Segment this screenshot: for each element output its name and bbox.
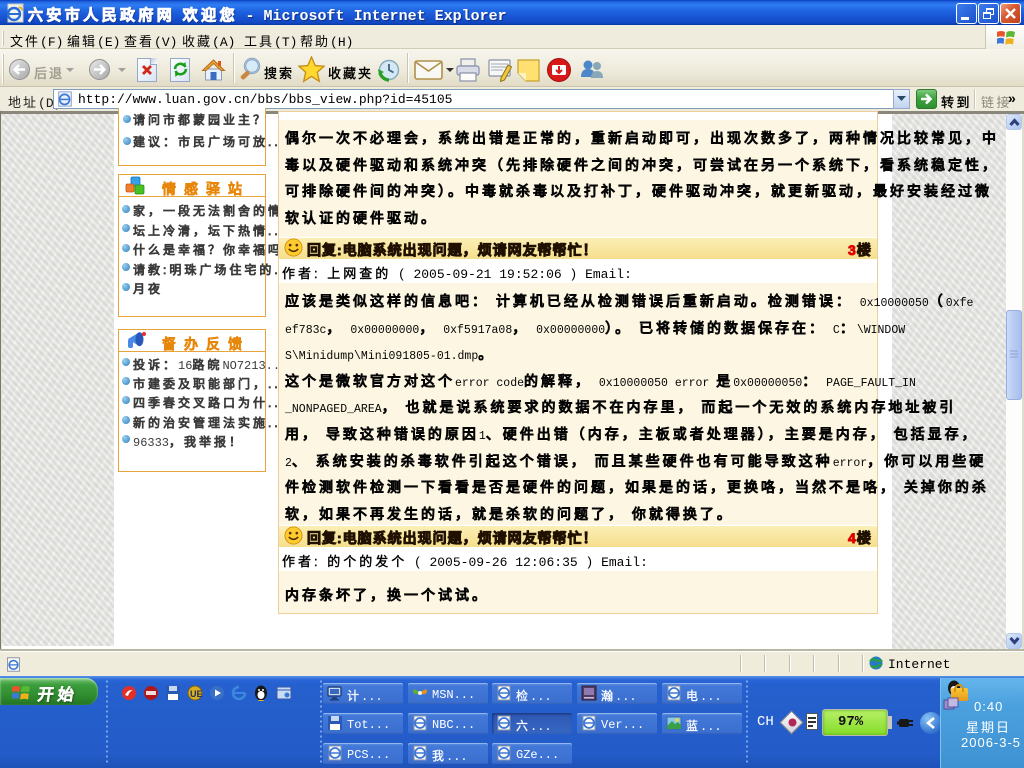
svg-text:UE: UE [190,689,203,699]
